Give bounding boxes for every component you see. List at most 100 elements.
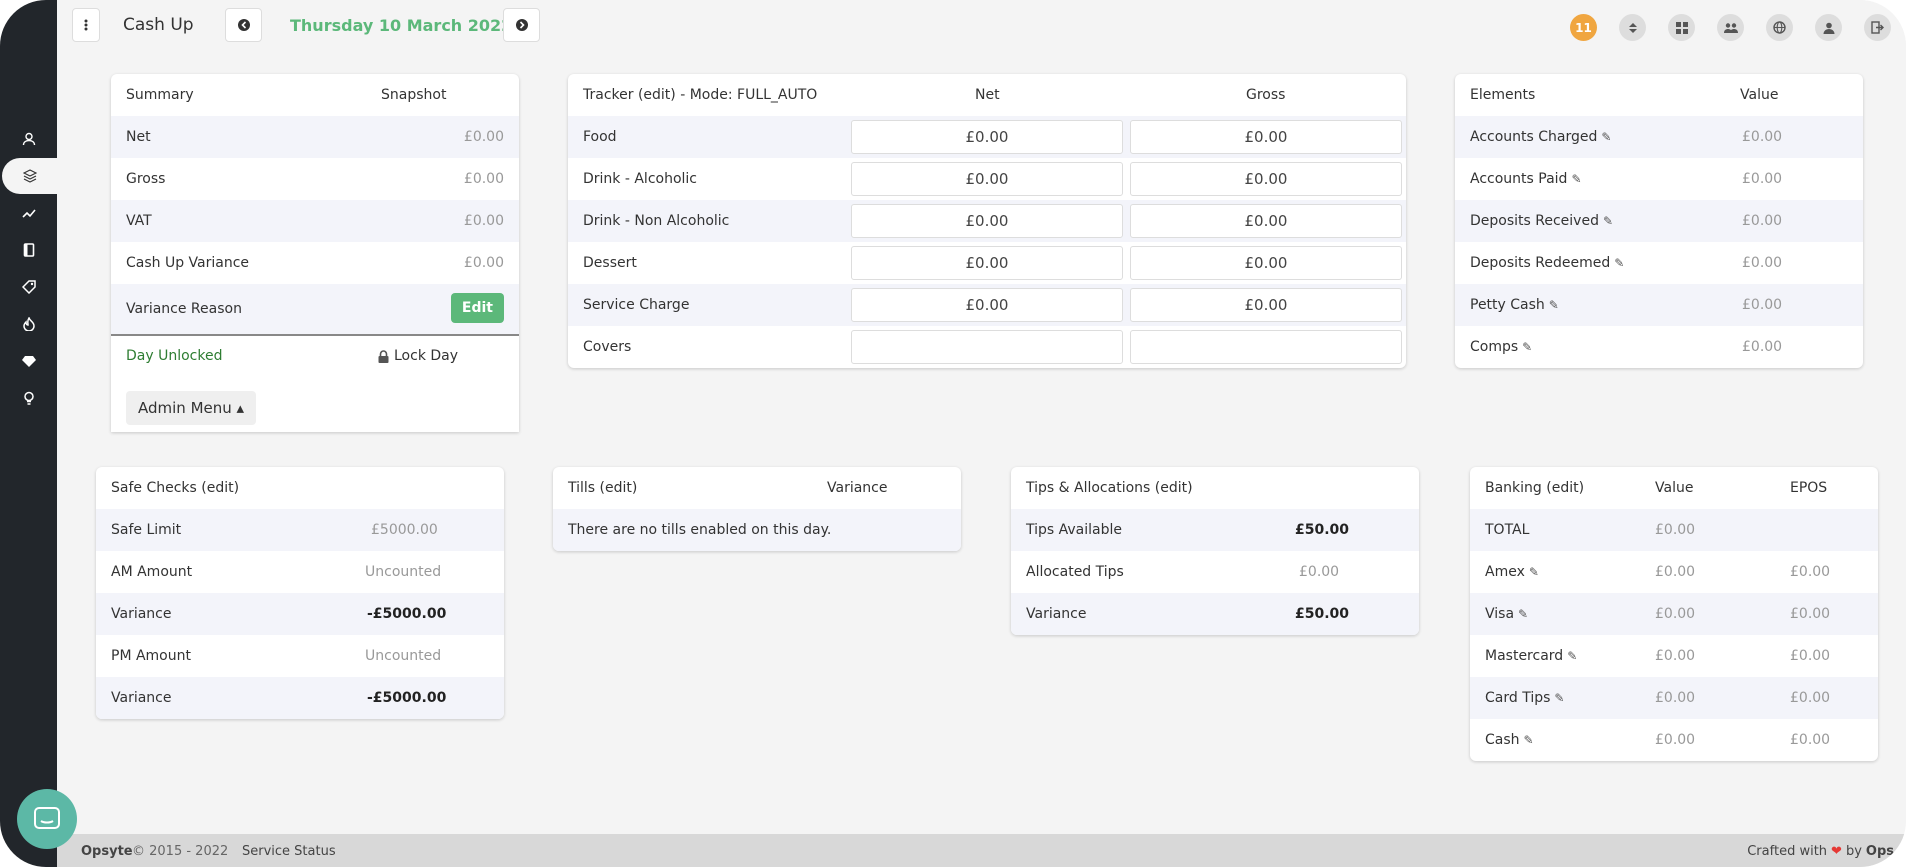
variance-reason-label: Variance Reason (126, 301, 242, 317)
banking-row-value: £0.00 (1655, 732, 1696, 748)
tills-empty-message: There are no tills enabled on this day. (568, 522, 832, 538)
pencil-icon[interactable]: ✎ (1549, 298, 1559, 312)
summary-row-value: £0.00 (463, 213, 504, 229)
gross-input[interactable]: £0.00 (1130, 288, 1402, 322)
banking-row-label[interactable]: Mastercard ✎ (1485, 648, 1577, 664)
pencil-icon[interactable]: ✎ (1567, 649, 1577, 663)
net-input[interactable]: £0.00 (851, 120, 1123, 154)
banking-row-epos: £0.00 (1790, 648, 1831, 664)
tills-header-label[interactable]: Tills (edit) (568, 480, 637, 496)
banking-row-label[interactable]: Card Tips ✎ (1485, 690, 1564, 706)
summary-row: VAT £0.00 (111, 200, 519, 242)
safe-header-label[interactable]: Safe Checks (edit) (111, 480, 239, 496)
book-icon[interactable] (0, 232, 57, 268)
elements-row-value: £0.00 (1742, 129, 1783, 145)
footer-brand-link[interactable]: Ops (1866, 844, 1894, 859)
tracker-row-label: Dessert (583, 255, 637, 271)
elements-row-label[interactable]: Accounts Paid ✎ (1470, 171, 1582, 187)
sort-icon[interactable] (1619, 14, 1646, 41)
pencil-icon[interactable]: ✎ (1522, 340, 1532, 354)
banking-row-label: TOTAL (1485, 522, 1530, 538)
net-input[interactable]: £0.00 (851, 246, 1123, 280)
tracker-header: Tracker (edit) - Mode: FULL_AUTO Net Gro… (568, 74, 1406, 116)
pencil-icon[interactable]: ✎ (1529, 565, 1539, 579)
safe-row: Variance -£5000.00 (96, 677, 504, 719)
footer-brand[interactable]: Opsyte (81, 844, 133, 859)
user-icon[interactable] (0, 121, 57, 157)
elements-row-label[interactable]: Accounts Charged ✎ (1470, 129, 1611, 145)
previous-day-button[interactable] (225, 8, 262, 42)
lock-day-button[interactable]: Lock Day (378, 348, 458, 364)
summary-header-label: Summary (126, 87, 194, 103)
current-date[interactable]: Thursday 10 March 2022 (290, 16, 512, 35)
elements-row-label[interactable]: Comps ✎ (1470, 339, 1532, 355)
diamond-icon[interactable] (0, 343, 57, 379)
pencil-icon[interactable]: ✎ (1601, 130, 1611, 144)
gross-input[interactable]: £0.00 (1130, 246, 1402, 280)
elements-row-label[interactable]: Petty Cash ✎ (1470, 297, 1559, 313)
service-status-link[interactable]: Service Status (242, 844, 336, 859)
tills-variance-label: Variance (827, 480, 888, 496)
tips-header-label[interactable]: Tips & Allocations (edit) (1026, 480, 1193, 496)
tag-icon[interactable] (0, 269, 57, 305)
banking-card: Banking (edit) Value EPOS TOTAL £0.00 Am… (1470, 467, 1878, 761)
pencil-icon[interactable]: ✎ (1614, 256, 1624, 270)
banking-header-label[interactable]: Banking (edit) (1485, 480, 1584, 496)
flame-icon[interactable] (0, 306, 57, 342)
lightbulb-icon[interactable] (0, 380, 57, 416)
tracker-header-label[interactable]: Tracker (edit) - Mode: FULL_AUTO (583, 87, 817, 103)
covers-gross-input[interactable] (1130, 330, 1402, 364)
banking-row-text: Visa (1485, 606, 1515, 622)
elements-row-text: Deposits Redeemed (1470, 255, 1611, 271)
summary-card: Summary Snapshot Net £0.00 Gross £0.00 V… (111, 74, 519, 432)
banking-row-label[interactable]: Amex ✎ (1485, 564, 1539, 580)
elements-row-value: £0.00 (1742, 297, 1783, 313)
next-day-button[interactable] (503, 8, 540, 42)
layers-icon[interactable] (2, 158, 57, 194)
variance-edit-button[interactable]: Edit (450, 293, 504, 323)
logout-icon[interactable] (1864, 14, 1891, 41)
day-lock-row: Day Unlocked Lock Day (111, 336, 519, 376)
globe-icon[interactable] (1766, 14, 1793, 41)
users-icon[interactable] (1717, 14, 1744, 41)
gross-input[interactable]: £0.00 (1130, 204, 1402, 238)
summary-row: Net £0.00 (111, 116, 519, 158)
elements-row-value: £0.00 (1742, 213, 1783, 229)
banking-row-epos: £0.00 (1790, 564, 1831, 580)
notification-badge[interactable]: 11 (1570, 14, 1597, 41)
safe-row-label: AM Amount (111, 564, 193, 580)
summary-row-label: VAT (126, 213, 152, 229)
pencil-icon[interactable]: ✎ (1524, 733, 1534, 747)
elements-row-value: £0.00 (1742, 339, 1783, 355)
gross-input[interactable]: £0.00 (1130, 162, 1402, 196)
arrow-right-circle-icon (515, 19, 528, 31)
day-status: Day Unlocked (126, 348, 223, 364)
kebab-menu-button[interactable] (72, 8, 100, 42)
banking-row-label[interactable]: Visa ✎ (1485, 606, 1528, 622)
profile-icon[interactable] (1815, 14, 1842, 41)
banking-row-label[interactable]: Cash ✎ (1485, 732, 1534, 748)
net-input[interactable]: £0.00 (851, 204, 1123, 238)
net-input[interactable]: £0.00 (851, 162, 1123, 196)
gross-input[interactable]: £0.00 (1130, 120, 1402, 154)
banking-header: Banking (edit) Value EPOS (1470, 467, 1878, 509)
covers-net-input[interactable] (851, 330, 1123, 364)
elements-row-label[interactable]: Deposits Received ✎ (1470, 213, 1613, 229)
elements-row-label[interactable]: Deposits Redeemed ✎ (1470, 255, 1624, 271)
banking-row-value: £0.00 (1655, 606, 1696, 622)
tips-row: Allocated Tips £0.00 (1011, 551, 1419, 593)
admin-menu-button[interactable]: Admin Menu ▴ (126, 391, 257, 425)
footer-copyright: © 2015 - 2022 (132, 844, 229, 859)
pencil-icon[interactable]: ✎ (1518, 607, 1528, 621)
pencil-icon[interactable]: ✎ (1554, 691, 1564, 705)
pencil-icon[interactable]: ✎ (1603, 214, 1613, 228)
safe-row-label: Safe Limit (111, 522, 182, 538)
net-input[interactable]: £0.00 (851, 288, 1123, 322)
snapshot-header-label: Snapshot (381, 87, 447, 103)
elements-row: Comps ✎ £0.00 (1455, 326, 1863, 368)
pencil-icon[interactable]: ✎ (1571, 172, 1581, 186)
chat-launcher-button[interactable] (17, 789, 77, 849)
grid-icon[interactable] (1668, 14, 1695, 41)
banking-row-epos: £0.00 (1790, 606, 1831, 622)
trend-icon[interactable] (0, 195, 57, 231)
